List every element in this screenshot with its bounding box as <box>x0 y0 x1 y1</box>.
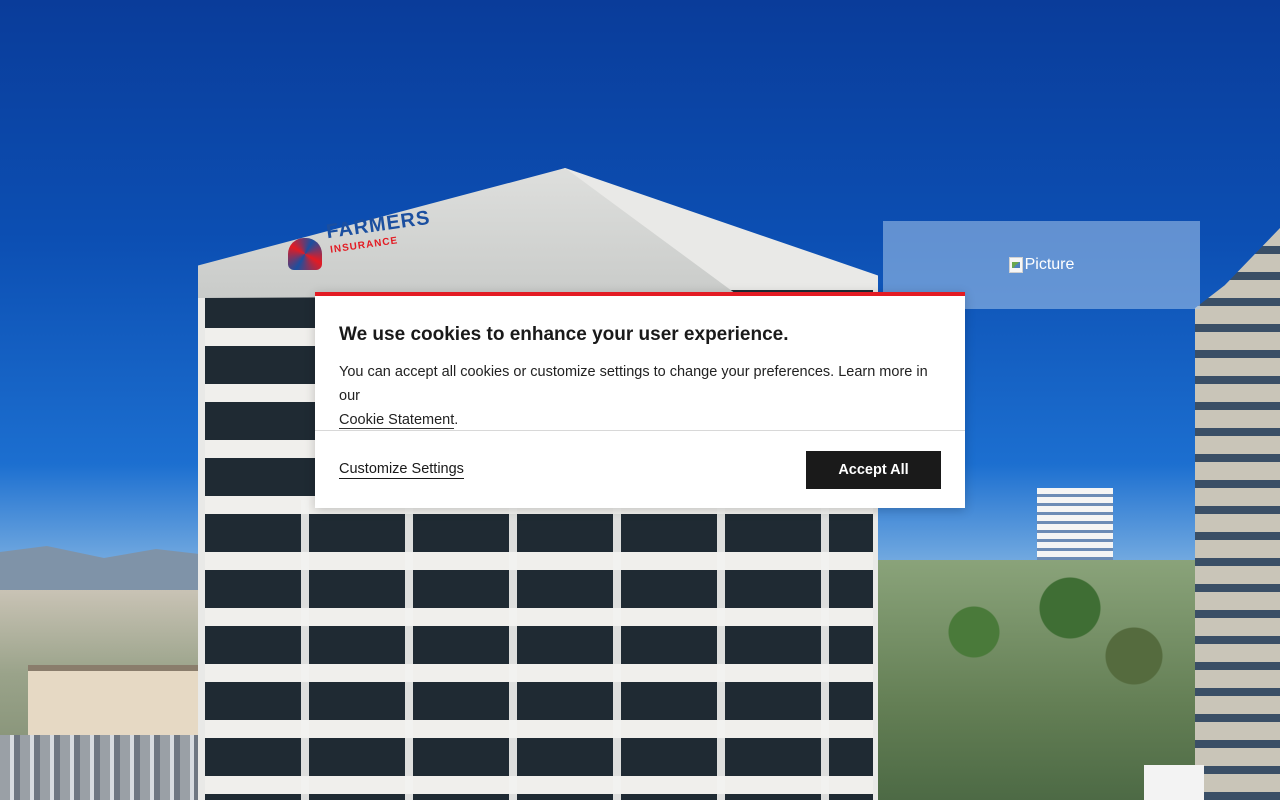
right-building <box>1195 228 1280 800</box>
parking-lot <box>0 735 210 800</box>
white-structure <box>1144 765 1204 800</box>
cookie-statement-link[interactable]: Cookie Statement <box>339 412 455 429</box>
customize-settings-button[interactable]: Customize Settings <box>339 461 464 479</box>
cookie-dialog-text: You can accept all cookies or customize … <box>339 360 941 432</box>
low-building <box>28 665 208 736</box>
cookie-dialog-actions: Customize Settings Accept All <box>315 431 965 509</box>
cookie-dialog-body: We use cookies to enhance your user expe… <box>315 296 965 430</box>
picture-alt: Picture <box>1008 256 1075 274</box>
trees <box>878 560 1198 800</box>
cookie-text-period: . <box>454 412 459 428</box>
cookie-body-text: You can accept all cookies or customize … <box>339 364 928 404</box>
cookie-consent-dialog: We use cookies to enhance your user expe… <box>315 292 965 508</box>
accept-all-button[interactable]: Accept All <box>806 451 941 489</box>
picture-alt-text: Picture <box>1024 256 1075 273</box>
broken-image-icon <box>1008 257 1023 273</box>
farmers-logo-icon <box>288 238 322 270</box>
cookie-dialog-title: We use cookies to enhance your user expe… <box>339 324 789 345</box>
hero-background: FARMERS INSURANCE Picture We use cookies… <box>0 0 1280 800</box>
tower-mullions <box>205 500 873 800</box>
